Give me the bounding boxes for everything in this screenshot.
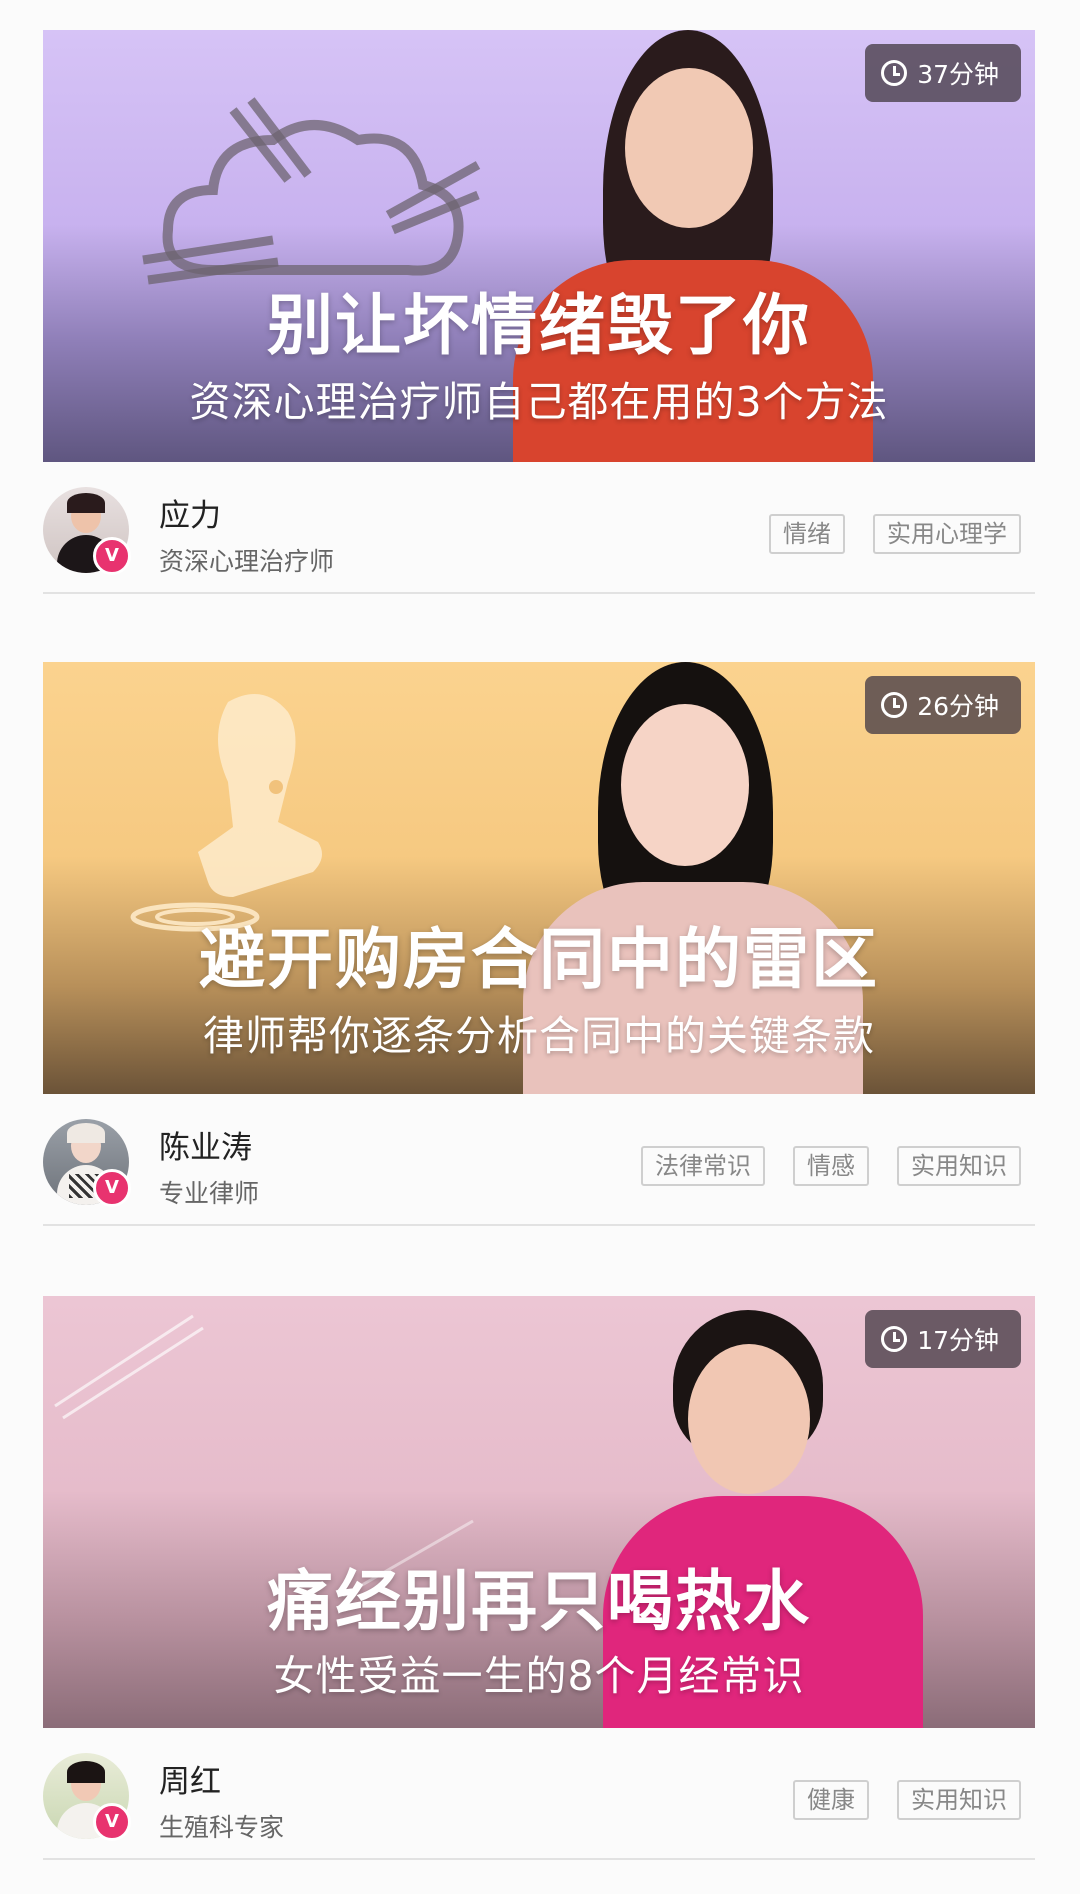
avatar[interactable]: V bbox=[43, 487, 131, 575]
course-title: 避开购房合同中的雷区 bbox=[199, 921, 879, 998]
tag[interactable]: 实用心理学 bbox=[873, 514, 1021, 554]
course-subtitle: 女性受益一生的8个月经常识 bbox=[273, 1652, 805, 1700]
course-card-3[interactable]: 17分钟 痛经别再只喝热水 女性受益一生的8个月经常识 V 周红 生殖科专家 健… bbox=[43, 1296, 1035, 1860]
tag[interactable]: 健康 bbox=[793, 1780, 869, 1820]
duration-label: 17分钟 bbox=[917, 1326, 999, 1355]
course-subtitle: 律师帮你逐条分析合同中的关键条款 bbox=[203, 1012, 875, 1060]
tag-list: 健康 实用知识 bbox=[793, 1780, 1021, 1820]
course-info: V 应力 资深心理治疗师 情绪 实用心理学 bbox=[43, 462, 1035, 594]
stamp-illustration bbox=[130, 694, 322, 932]
author-name[interactable]: 应力 bbox=[159, 490, 221, 535]
author-title: 资深心理治疗师 bbox=[159, 547, 335, 576]
tag[interactable]: 实用知识 bbox=[897, 1780, 1021, 1820]
course-info: V 周红 生殖科专家 健康 实用知识 bbox=[43, 1728, 1035, 1860]
verified-icon: V bbox=[93, 1803, 131, 1841]
course-banner[interactable]: 26分钟 避开购房合同中的雷区 律师帮你逐条分析合同中的关键条款 bbox=[43, 662, 1035, 1094]
verified-icon: V bbox=[93, 1169, 131, 1207]
avatar[interactable]: V bbox=[43, 1119, 131, 1207]
course-card-1[interactable]: 37分钟 别让坏情绪毁了你 资深心理治疗师自己都在用的3个方法 V 应力 资深心… bbox=[43, 30, 1035, 594]
duration-badge: 17分钟 bbox=[865, 1310, 1021, 1368]
clock-icon bbox=[881, 1326, 908, 1352]
duration-badge: 26分钟 bbox=[865, 676, 1021, 734]
avatar[interactable]: V bbox=[43, 1753, 131, 1841]
clock-icon bbox=[881, 692, 908, 718]
author-name[interactable]: 周红 bbox=[159, 1756, 221, 1801]
tag[interactable]: 实用知识 bbox=[897, 1146, 1021, 1186]
course-banner[interactable]: 17分钟 痛经别再只喝热水 女性受益一生的8个月经常识 bbox=[43, 1296, 1035, 1728]
tag[interactable]: 情绪 bbox=[769, 514, 845, 554]
tag-list: 法律常识 情感 实用知识 bbox=[641, 1146, 1021, 1186]
duration-label: 26分钟 bbox=[917, 692, 999, 721]
verified-icon: V bbox=[93, 537, 131, 575]
course-title: 别让坏情绪毁了你 bbox=[267, 287, 811, 364]
course-card-2[interactable]: 26分钟 避开购房合同中的雷区 律师帮你逐条分析合同中的关键条款 V 陈业涛 专… bbox=[43, 662, 1035, 1226]
course-info: V 陈业涛 专业律师 法律常识 情感 实用知识 bbox=[43, 1094, 1035, 1226]
course-subtitle: 资深心理治疗师自己都在用的3个方法 bbox=[189, 378, 889, 426]
course-banner[interactable]: 37分钟 别让坏情绪毁了你 资深心理治疗师自己都在用的3个方法 bbox=[43, 30, 1035, 462]
course-title: 痛经别再只喝热水 bbox=[267, 1563, 811, 1640]
author-name[interactable]: 陈业涛 bbox=[159, 1122, 252, 1167]
tag[interactable]: 情感 bbox=[793, 1146, 869, 1186]
author-title: 专业律师 bbox=[159, 1179, 260, 1208]
tag-list: 情绪 实用心理学 bbox=[769, 514, 1021, 554]
clock-icon bbox=[881, 60, 908, 86]
author-title: 生殖科专家 bbox=[159, 1813, 285, 1842]
duration-label: 37分钟 bbox=[917, 60, 999, 89]
duration-badge: 37分钟 bbox=[865, 44, 1021, 102]
tag[interactable]: 法律常识 bbox=[641, 1146, 765, 1186]
